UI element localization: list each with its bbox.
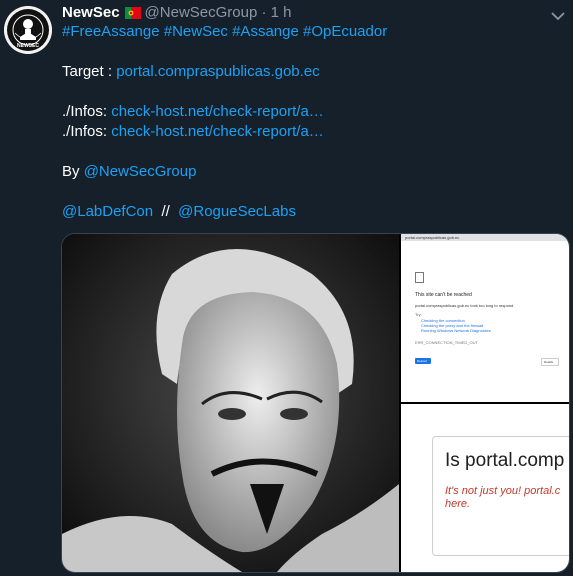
media-grid: portal.compraspublicas.gob.ec This site … <box>61 233 570 573</box>
newsec-logo-icon: NEWSEC <box>4 6 52 54</box>
try-label: Try: <box>415 312 422 317</box>
infos-link[interactable]: check-host.net/check-report/a… <box>111 123 324 140</box>
infos-label: ./Infos: <box>62 123 112 140</box>
avatar-logo-text: NEWSEC <box>17 43 39 49</box>
mentions-line: @LabDefCon // @RogueSecLabs <box>62 202 296 222</box>
error-heading: This site can't be reached <box>415 292 472 298</box>
mention-separator: // <box>161 203 170 220</box>
chevron-down-icon[interactable] <box>551 8 565 21</box>
target-line: Target : portal.compraspublicas.gob.ec <box>62 62 320 82</box>
down-check-card: Is portal.comp It's not just you! portal… <box>432 436 569 556</box>
hashtags-line[interactable]: #FreeAssange #NewSec #Assange #OpEcuador <box>62 22 387 42</box>
author-name[interactable]: NewSec <box>62 4 120 21</box>
photo-masked-portrait[interactable] <box>62 234 399 572</box>
down-check-error-line-1: It's not just you! portal.c <box>445 485 561 497</box>
down-check-error-line-2: here. <box>445 498 471 510</box>
tweet-time[interactable]: 1 h <box>271 4 292 21</box>
screenshot-site-unreachable[interactable]: portal.compraspublicas.gob.ec This site … <box>401 234 569 402</box>
author-handle[interactable]: @NewSecGroup <box>145 4 258 21</box>
screenshot-down-check[interactable]: Is portal.comp It's not just you! portal… <box>401 404 569 572</box>
down-check-title: Is portal.comp <box>445 450 565 471</box>
time-separator: · <box>261 4 267 21</box>
mention-roguesec-link[interactable]: @RogueSecLabs <box>178 203 296 220</box>
target-link[interactable]: portal.compraspublicas.gob.ec <box>116 63 319 80</box>
details-button: Details <box>541 358 559 366</box>
sad-page-icon <box>415 272 424 283</box>
error-subtext: portal.compraspublicas.gob.ec took too l… <box>415 303 515 308</box>
infos-line-1: ./Infos: check-host.net/check-report/a… <box>62 102 324 122</box>
browser-tab-text: portal.compraspublicas.gob.ec <box>405 235 460 240</box>
mention-labdefcon-link[interactable]: @LabDefCon <box>62 203 153 220</box>
by-line: By @NewSecGroup <box>62 162 196 182</box>
suggestion-item: Running Windows Network Diagnostics <box>421 328 491 333</box>
avatar[interactable]: NEWSEC <box>4 6 52 54</box>
reload-button: Reload <box>415 358 431 364</box>
infos-line-2: ./Infos: check-host.net/check-report/a… <box>62 122 324 142</box>
by-label: By <box>62 163 84 180</box>
tweet-header: NewSec @NewSecGroup · 1 h <box>62 4 292 22</box>
target-label: Target : <box>62 63 117 80</box>
by-mention-link[interactable]: @NewSecGroup <box>84 163 197 180</box>
infos-label: ./Infos: <box>62 103 112 120</box>
infos-link[interactable]: check-host.net/check-report/a… <box>111 103 324 120</box>
error-code: ERR_CONNECTION_TIMED_OUT <box>415 340 478 345</box>
